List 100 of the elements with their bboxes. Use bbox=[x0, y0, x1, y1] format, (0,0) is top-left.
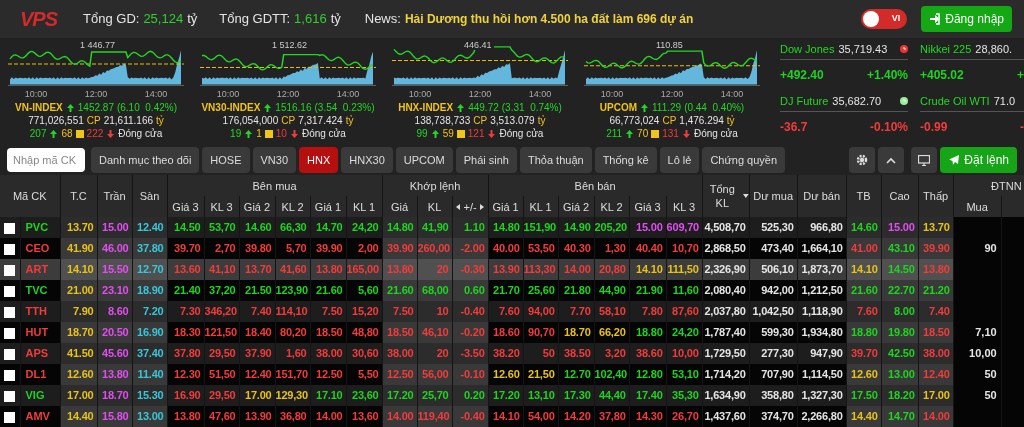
up-arrow-icon bbox=[244, 128, 254, 139]
market-tab[interactable]: VN30 bbox=[252, 147, 297, 173]
up-arrow-icon bbox=[640, 102, 650, 113]
table-cell: 54,00 bbox=[523, 406, 559, 427]
volume-value: 771,026,551 bbox=[28, 114, 84, 127]
column-header: Mua bbox=[953, 196, 1002, 217]
group-header: Bên mua bbox=[167, 175, 383, 196]
market-tab[interactable]: Phái sinh bbox=[455, 147, 517, 173]
table-cell: 14.60 bbox=[846, 217, 882, 238]
table-cell: 14.00 bbox=[382, 406, 418, 427]
table-cell: 46,10 bbox=[417, 322, 453, 343]
table-cell: 14.20 bbox=[558, 406, 595, 427]
world-change: -36.7 bbox=[780, 119, 808, 136]
table-cell: -0.20 bbox=[452, 322, 489, 343]
display-button[interactable] bbox=[911, 147, 938, 173]
market-tab[interactable]: Thống kê bbox=[594, 147, 657, 173]
table-cell: 12.70 bbox=[132, 259, 167, 280]
news-headline[interactable]: Hải Dương thu hồi hơn 4.500 ha đất làm 696 dự án bbox=[404, 10, 694, 28]
market-tab[interactable]: Danh mục theo dõi bbox=[91, 147, 200, 173]
market-tab[interactable]: HOSE bbox=[202, 147, 250, 173]
table-cell: 11.40 bbox=[132, 364, 167, 385]
market-status: Đóng cửa bbox=[499, 127, 544, 140]
table-cell: 1.10 bbox=[452, 217, 489, 238]
row-checkbox[interactable] bbox=[4, 390, 16, 402]
market-tab[interactable]: Chứng quyền bbox=[702, 147, 786, 173]
declines-count: 10 bbox=[275, 127, 287, 140]
row-checkbox[interactable] bbox=[4, 411, 16, 423]
stock-row[interactable]: VIG 17.00 18.70 15.30 16.90 29,50 17.00 129,30 17.10 23,60 17.20 25,70 0.20 17.20 13,10 17.30 44,40 17.40 35,30 1,634,90 358,80 1,327,30 17.50 18.20 17.00 50 bbox=[0, 385, 1024, 406]
table-cell: 39.90 bbox=[918, 238, 954, 259]
stock-row[interactable]: TVC 21.00 23.10 18.90 21.40 37,20 21.50 123,90 21.60 5,60 21.60 68,00 0.60 21.70 25,60 21.80 44,90 21.90 11,60 2,080,40 942,00 1,212,50 21.60 22.70 21.20 bbox=[0, 280, 1024, 301]
reference-price-label: 446.41 bbox=[462, 40, 494, 50]
time-label: 12:00 bbox=[468, 88, 492, 100]
deal-value: 1,616 bbox=[294, 10, 327, 29]
table-cell: -2.00 bbox=[452, 238, 489, 259]
square-icon bbox=[264, 129, 273, 138]
table-cell: 23.10 bbox=[97, 280, 132, 301]
row-checkbox[interactable] bbox=[4, 306, 16, 318]
table-cell: 41.00 bbox=[846, 238, 882, 259]
row-checkbox[interactable] bbox=[4, 243, 16, 255]
table-cell: 7.60 bbox=[846, 301, 882, 322]
world-index-value: 35,682.70 bbox=[832, 93, 882, 109]
volume-value: 138,738,733 bbox=[414, 114, 471, 127]
world-percent: - bbox=[1020, 119, 1024, 136]
row-checkbox[interactable] bbox=[4, 348, 16, 360]
row-checkbox[interactable] bbox=[4, 285, 16, 297]
index-name: VN-INDEX bbox=[15, 101, 63, 114]
market-tab[interactable]: HNX bbox=[299, 147, 339, 173]
table-cell: 13.80 bbox=[918, 259, 954, 280]
turnover-unit: tỷ bbox=[345, 114, 354, 127]
table-cell: 22.70 bbox=[881, 280, 919, 301]
table-cell: 119,40 bbox=[417, 406, 453, 427]
stock-row[interactable]: PVC 13.70 15.00 12.40 14.50 53,70 14.60 66,30 14.70 24,20 14.80 41,90 1.10 14.80 151,90 14.90 205,20 15.00 609,70 4,508,70 525,30 966,80 14.60 15.00 13.70 bbox=[0, 217, 1024, 238]
table-cell: 10,00 bbox=[953, 343, 1002, 364]
row-checkbox[interactable] bbox=[4, 327, 16, 339]
settings-button[interactable] bbox=[849, 147, 876, 173]
table-cell: 18.80 bbox=[846, 322, 882, 343]
table-cell: 39.70 bbox=[846, 343, 882, 364]
symbol-search-field[interactable]: Nhập mã CK bbox=[7, 148, 85, 172]
row-checkbox[interactable] bbox=[4, 222, 16, 234]
language-toggle[interactable]: VI bbox=[861, 9, 908, 29]
up-arrow-icon bbox=[49, 128, 59, 139]
market-tab[interactable]: Thỏa thuận bbox=[520, 147, 592, 173]
row-checkbox[interactable] bbox=[4, 264, 16, 276]
table-cell: 10 bbox=[417, 301, 453, 322]
table-cell: 20.50 bbox=[97, 322, 132, 343]
column-header: Thấp bbox=[918, 175, 954, 217]
time-label: 12:00 bbox=[660, 88, 684, 100]
table-cell: 50 bbox=[953, 364, 1002, 385]
stock-row[interactable]: APS 41.50 45.60 37.40 37.80 29,50 37.90 1,60 38.00 30,60 38.00 20 -3.50 38.20 50 38.50 3,20 38.60 10,00 1,729,50 277,30 947,90 39.70 42.50 38.00 10,00 bbox=[0, 343, 1024, 364]
reference-price-label: 1 512.62 bbox=[270, 40, 310, 50]
table-cell: 14.00 bbox=[310, 406, 346, 427]
column-header: KL 2 bbox=[275, 196, 310, 217]
table-cell: 15.30 bbox=[132, 385, 167, 406]
market-tab[interactable]: HNX30 bbox=[341, 147, 393, 173]
index-change: (3.31 0.74%) bbox=[501, 101, 562, 114]
advances-count: 19 bbox=[230, 127, 242, 140]
turnover-value: 1,476.294 bbox=[679, 114, 724, 127]
table-cell: 41.90 bbox=[60, 238, 97, 259]
stock-row[interactable]: DL1 12.60 13.80 11.40 12.30 51,50 12.40 151,70 12.50 5,50 12.50 56,00 -0.10 12.60 21,50 12.70 102,40 12.80 53,10 1,714,20 707,90 1,114,50 12.60 13.00 12.40 50 bbox=[0, 364, 1024, 385]
table-cell: 42.50 bbox=[881, 343, 919, 364]
column-header: KL bbox=[417, 196, 453, 217]
collapse-button[interactable] bbox=[878, 147, 905, 173]
total-value: 25,124 bbox=[143, 10, 184, 29]
stock-row[interactable]: TTH 7.90 8.60 7.20 7.30 346,20 7.40 114,10 7.50 15,20 7.50 10 -0.40 7.60 94,00 7.70 58,10 7.80 87,60 2,037,80 1,042,50 1,118,90 7.60 8.00 7.40 bbox=[0, 301, 1024, 322]
table-cell: 13.80 bbox=[382, 259, 418, 280]
world-change: -0.99 bbox=[920, 119, 948, 136]
total-label: Tổng GD: bbox=[83, 10, 140, 29]
table-cell: 20 bbox=[417, 259, 453, 280]
row-checkbox[interactable] bbox=[4, 369, 16, 381]
table-cell: 15.50 bbox=[97, 259, 132, 280]
stock-row[interactable]: ART 14.10 15.50 12.70 13.60 41,10 13.70 41,60 13.80 165,00 13.80 20 -0.30 13.90 113,30 14.00 20,80 14.10 111,50 2,326,90 506,10 1,873,70 14.10 14.50 13.80 bbox=[0, 259, 1024, 280]
market-tab[interactable]: UPCOM bbox=[395, 147, 453, 173]
stock-row[interactable]: AMV 14.40 15.80 13.00 13.80 47,60 13.90 36,80 14.00 13,60 14.00 119,40 -0.40 14.10 54,00 14.20 37,80 14.30 26,70 1,437,60 374,70 2,266,80 14.40 14.70 14.00 bbox=[0, 406, 1024, 427]
time-label: 14:00 bbox=[528, 88, 552, 100]
world-index-name: Dow Jones bbox=[780, 41, 835, 57]
index-value: 1516.16 bbox=[275, 101, 312, 114]
stock-row[interactable]: CEO 41.90 46.00 37.80 39.70 2,70 39.80 5,70 39.90 2,00 39.90 260,00 -2.00 40.00 53,50 40.30 1,30 40.40 10,70 2,868,50 473,40 1,664,10 41.00 43.10 39.90 90 bbox=[0, 238, 1024, 259]
stock-row[interactable]: HUT 18.70 20.50 16.90 18.30 121,50 18.40 80,20 18.50 48,80 18.50 46,10 -0.20 18.60 90,70 18.70 66,20 18.80 24,20 1,787,40 599,30 1,934,80 18.80 19.80 18.50 7,10 bbox=[0, 322, 1024, 343]
market-tab[interactable]: Lô lẻ bbox=[659, 147, 700, 173]
index-change: (3.54 0.23%) bbox=[314, 101, 375, 114]
